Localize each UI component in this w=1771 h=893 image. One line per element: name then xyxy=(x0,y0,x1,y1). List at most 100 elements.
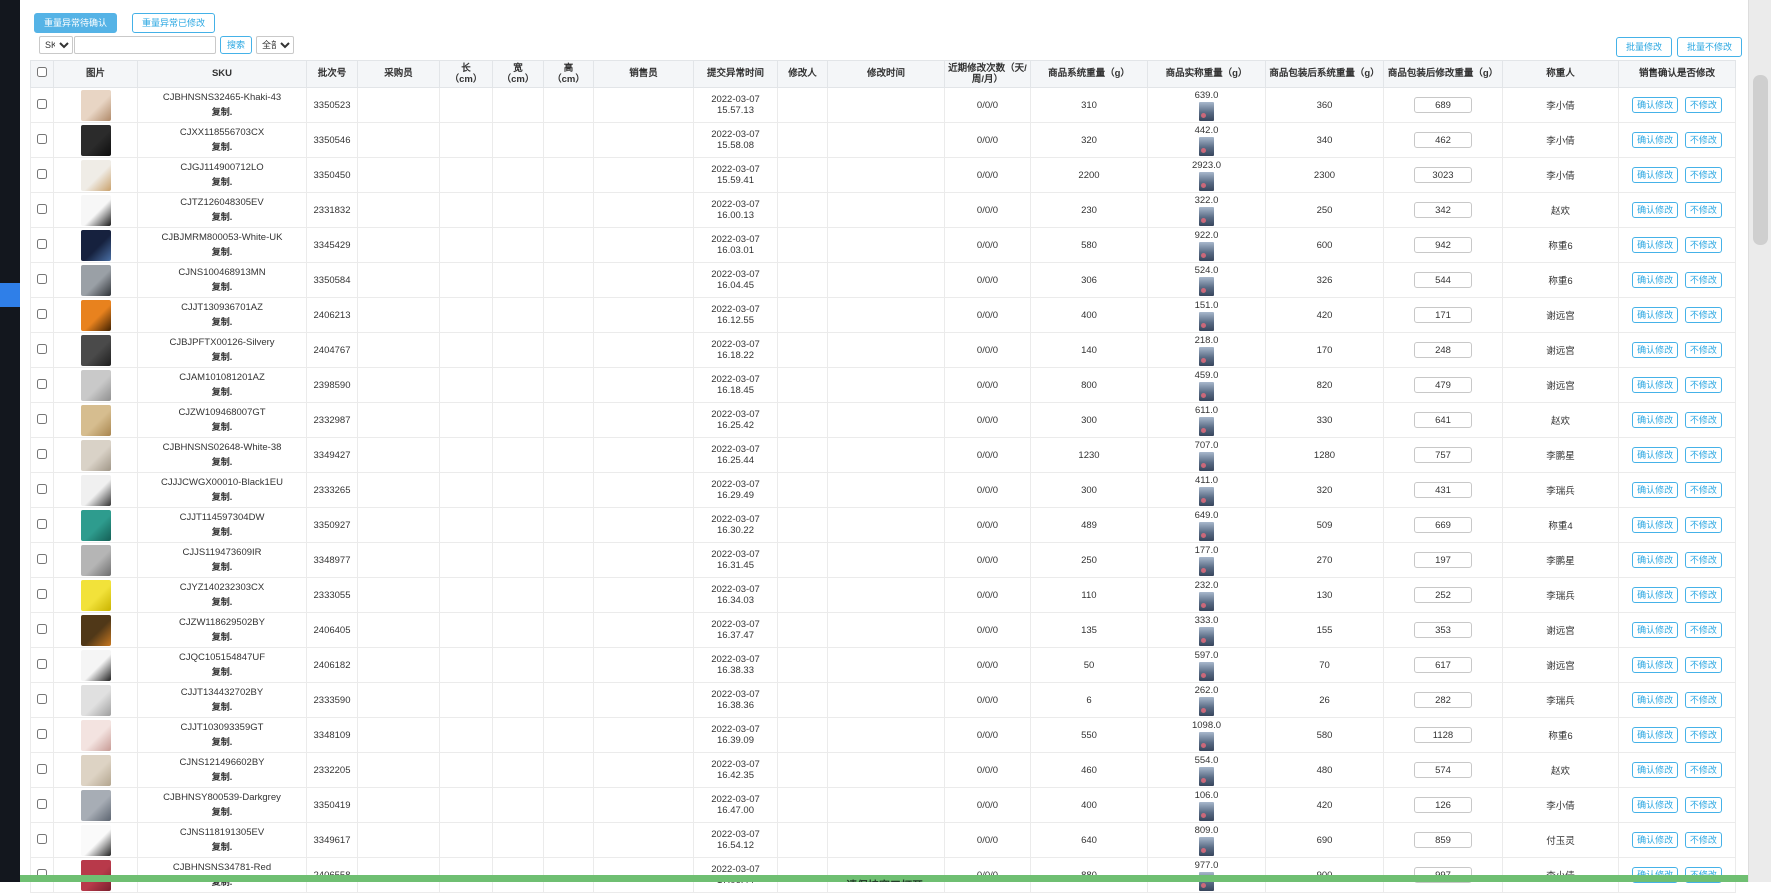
product-image[interactable] xyxy=(81,160,111,191)
copy-link[interactable]: 复制. xyxy=(139,560,305,573)
confirm-modify-button[interactable]: 确认修改 xyxy=(1632,587,1678,603)
search-field-select[interactable]: SKU xyxy=(39,36,73,54)
row-checkbox[interactable] xyxy=(37,169,47,179)
scale-photo[interactable] xyxy=(1199,312,1214,331)
scale-photo[interactable] xyxy=(1199,767,1214,786)
copy-link[interactable]: 复制. xyxy=(139,385,305,398)
copy-link[interactable]: 复制. xyxy=(139,245,305,258)
no-modify-button[interactable]: 不修改 xyxy=(1685,202,1722,218)
row-checkbox[interactable] xyxy=(37,764,47,774)
confirm-modify-button[interactable]: 确认修改 xyxy=(1632,307,1678,323)
copy-link[interactable]: 复制. xyxy=(139,840,305,853)
confirm-modify-button[interactable]: 确认修改 xyxy=(1632,202,1678,218)
confirm-modify-button[interactable]: 确认修改 xyxy=(1632,797,1678,813)
copy-link[interactable]: 复制. xyxy=(139,315,305,328)
product-image[interactable] xyxy=(81,580,111,611)
row-checkbox[interactable] xyxy=(37,449,47,459)
row-checkbox[interactable] xyxy=(37,519,47,529)
modified-weight-input[interactable] xyxy=(1414,517,1472,533)
scale-photo[interactable] xyxy=(1199,277,1214,296)
confirm-modify-button[interactable]: 确认修改 xyxy=(1632,517,1678,533)
row-checkbox[interactable] xyxy=(37,659,47,669)
scale-photo[interactable] xyxy=(1199,662,1214,681)
modified-weight-input[interactable] xyxy=(1414,447,1472,463)
modified-weight-input[interactable] xyxy=(1414,587,1472,603)
product-image[interactable] xyxy=(81,335,111,366)
copy-link[interactable]: 复制. xyxy=(139,105,305,118)
scale-photo[interactable] xyxy=(1199,137,1214,156)
product-image[interactable] xyxy=(81,510,111,541)
confirm-modify-button[interactable]: 确认修改 xyxy=(1632,692,1678,708)
modified-weight-input[interactable] xyxy=(1414,832,1472,848)
no-modify-button[interactable]: 不修改 xyxy=(1685,657,1722,673)
no-modify-button[interactable]: 不修改 xyxy=(1685,237,1722,253)
no-modify-button[interactable]: 不修改 xyxy=(1685,692,1722,708)
scale-photo[interactable] xyxy=(1199,837,1214,856)
no-modify-button[interactable]: 不修改 xyxy=(1685,167,1722,183)
no-modify-button[interactable]: 不修改 xyxy=(1685,622,1722,638)
scale-photo[interactable] xyxy=(1199,452,1214,471)
tab-weight-pending[interactable]: 重量异常待确认 xyxy=(34,13,117,33)
row-checkbox[interactable] xyxy=(37,309,47,319)
product-image[interactable] xyxy=(81,125,111,156)
row-checkbox[interactable] xyxy=(37,379,47,389)
vertical-scrollbar[interactable] xyxy=(1748,0,1771,882)
modified-weight-input[interactable] xyxy=(1414,552,1472,568)
row-checkbox[interactable] xyxy=(37,729,47,739)
confirm-modify-button[interactable]: 确认修改 xyxy=(1632,657,1678,673)
product-image[interactable] xyxy=(81,195,111,226)
scale-photo[interactable] xyxy=(1199,557,1214,576)
modified-weight-input[interactable] xyxy=(1414,97,1472,113)
copy-link[interactable]: 复制. xyxy=(139,525,305,538)
modified-weight-input[interactable] xyxy=(1414,167,1472,183)
scale-photo[interactable] xyxy=(1199,592,1214,611)
modified-weight-input[interactable] xyxy=(1414,272,1472,288)
row-checkbox[interactable] xyxy=(37,484,47,494)
copy-link[interactable]: 复制. xyxy=(139,420,305,433)
confirm-modify-button[interactable]: 确认修改 xyxy=(1632,97,1678,113)
select-all-checkbox[interactable] xyxy=(37,67,47,77)
modified-weight-input[interactable] xyxy=(1414,727,1472,743)
no-modify-button[interactable]: 不修改 xyxy=(1685,762,1722,778)
no-modify-button[interactable]: 不修改 xyxy=(1685,727,1722,743)
copy-link[interactable]: 复制. xyxy=(139,140,305,153)
confirm-modify-button[interactable]: 确认修改 xyxy=(1632,482,1678,498)
modified-weight-input[interactable] xyxy=(1414,412,1472,428)
product-image[interactable] xyxy=(81,755,111,786)
product-image[interactable] xyxy=(81,650,111,681)
sidebar-active-indicator[interactable] xyxy=(0,283,20,307)
product-image[interactable] xyxy=(81,370,111,401)
modified-weight-input[interactable] xyxy=(1414,692,1472,708)
confirm-modify-button[interactable]: 确认修改 xyxy=(1632,552,1678,568)
row-checkbox[interactable] xyxy=(37,134,47,144)
scale-photo[interactable] xyxy=(1199,697,1214,716)
copy-link[interactable]: 复制. xyxy=(139,595,305,608)
scale-photo[interactable] xyxy=(1199,207,1214,226)
modified-weight-input[interactable] xyxy=(1414,237,1472,253)
scale-photo[interactable] xyxy=(1199,732,1214,751)
copy-link[interactable]: 复制. xyxy=(139,805,305,818)
row-checkbox[interactable] xyxy=(37,414,47,424)
search-button[interactable]: 搜索 xyxy=(220,36,252,54)
product-image[interactable] xyxy=(81,230,111,261)
confirm-modify-button[interactable]: 确认修改 xyxy=(1632,272,1678,288)
modified-weight-input[interactable] xyxy=(1414,377,1472,393)
modified-weight-input[interactable] xyxy=(1414,482,1472,498)
modified-weight-input[interactable] xyxy=(1414,342,1472,358)
scale-photo[interactable] xyxy=(1199,417,1214,436)
row-checkbox[interactable] xyxy=(37,624,47,634)
no-modify-button[interactable]: 不修改 xyxy=(1685,552,1722,568)
filter-select[interactable]: 全部 xyxy=(256,36,294,54)
row-checkbox[interactable] xyxy=(37,239,47,249)
scale-photo[interactable] xyxy=(1199,102,1214,121)
row-checkbox[interactable] xyxy=(37,589,47,599)
scale-photo[interactable] xyxy=(1199,487,1214,506)
copy-link[interactable]: 复制. xyxy=(139,455,305,468)
scale-photo[interactable] xyxy=(1199,242,1214,261)
confirm-modify-button[interactable]: 确认修改 xyxy=(1632,412,1678,428)
search-input[interactable] xyxy=(74,36,216,54)
row-checkbox[interactable] xyxy=(37,834,47,844)
copy-link[interactable]: 复制. xyxy=(139,735,305,748)
copy-link[interactable]: 复制. xyxy=(139,490,305,503)
confirm-modify-button[interactable]: 确认修改 xyxy=(1632,727,1678,743)
